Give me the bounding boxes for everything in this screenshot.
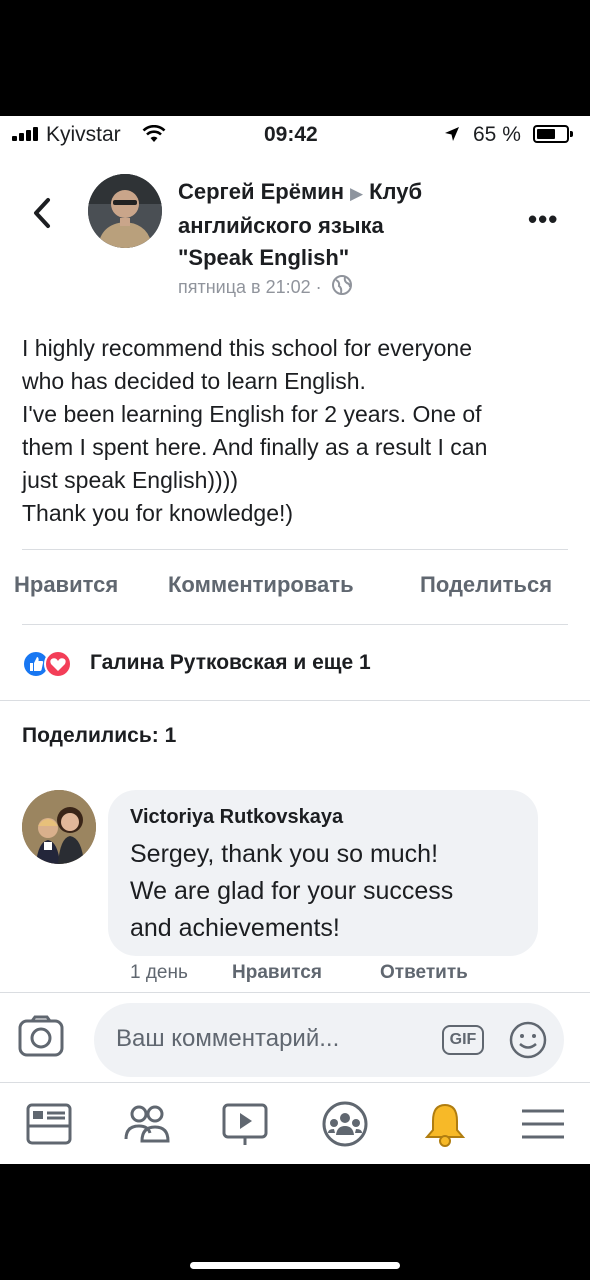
facebook-post-screen: Kyivstar 09:42 65 % Сергей Ерёмин ▶ Клуб… bbox=[0, 116, 590, 1164]
comment-reply-button[interactable]: Ответить bbox=[380, 962, 468, 984]
friends-icon[interactable] bbox=[122, 1099, 172, 1149]
author-photo-icon bbox=[88, 174, 162, 248]
location-arrow-icon bbox=[445, 127, 459, 141]
commenter-avatar[interactable] bbox=[22, 790, 96, 864]
comment-line: and achievements! bbox=[130, 914, 340, 942]
watch-icon[interactable] bbox=[220, 1099, 270, 1149]
triangle-right-icon: ▶ bbox=[350, 184, 364, 203]
comment-line: We are glad for your success bbox=[130, 877, 454, 905]
back-chevron-icon[interactable] bbox=[30, 196, 54, 230]
notifications-icon[interactable] bbox=[420, 1099, 470, 1149]
post-actions: Нравится Комментировать Поделиться bbox=[0, 568, 590, 608]
more-options-icon[interactable]: ••• bbox=[528, 204, 558, 235]
like-button[interactable]: Нравится bbox=[14, 572, 118, 598]
post-meta: пятница в 21:02 · bbox=[178, 274, 353, 298]
groups-icon[interactable] bbox=[320, 1099, 370, 1149]
news-feed-icon[interactable] bbox=[24, 1099, 74, 1149]
post-line: I highly recommend this school for every… bbox=[22, 335, 472, 361]
comment-composer: Ваш комментарий... GIF bbox=[0, 992, 590, 1082]
post-body: I highly recommend this school for every… bbox=[22, 332, 570, 530]
post-line: I've been learning English for 2 years. … bbox=[22, 401, 482, 427]
gif-button[interactable]: GIF bbox=[442, 1025, 484, 1055]
post-line: Thank you for knowledge!) bbox=[22, 500, 294, 526]
comment-bubble[interactable]: Victoriya Rutkovskaya Sergey, thank you … bbox=[108, 790, 538, 956]
signal-icon bbox=[12, 127, 40, 141]
comment-text: Sergey, thank you so much! We are glad f… bbox=[130, 836, 530, 947]
reactions-text[interactable]: Галина Рутковская и еще 1 bbox=[90, 651, 371, 675]
author-name[interactable]: Сергей Ерёмин bbox=[178, 179, 344, 204]
post-line: them I spent here. And finally as a resu… bbox=[22, 434, 488, 460]
group-name-line2[interactable]: английского языка bbox=[178, 213, 384, 238]
wifi-icon bbox=[142, 125, 166, 142]
divider bbox=[0, 700, 590, 701]
comment-author[interactable]: Victoriya Rutkovskaya bbox=[130, 806, 343, 829]
battery-percent: 65 % bbox=[473, 123, 521, 146]
clock: 09:42 bbox=[264, 123, 318, 146]
post-header-title[interactable]: Сергей Ерёмин ▶ Клуб английского языка "Sp… bbox=[178, 176, 508, 274]
battery-icon bbox=[533, 125, 573, 143]
shares-count[interactable]: Поделились: 1 bbox=[22, 724, 176, 748]
globe-icon bbox=[331, 275, 352, 295]
commenter-photo-icon bbox=[22, 790, 96, 864]
love-reaction-icon bbox=[44, 650, 72, 678]
comment-button[interactable]: Комментировать bbox=[168, 572, 354, 598]
share-button[interactable]: Поделиться bbox=[420, 572, 552, 598]
post-line: just speak English)))) bbox=[22, 467, 239, 493]
comment-input[interactable]: Ваш комментарий... GIF bbox=[94, 1003, 564, 1077]
carrier-name: Kyivstar bbox=[46, 123, 121, 146]
bottom-tab-bar bbox=[0, 1082, 590, 1164]
post-line: who has decided to learn English. bbox=[22, 368, 366, 394]
top-black-border bbox=[0, 0, 590, 116]
divider bbox=[22, 549, 568, 550]
comment-line: Sergey, thank you so much! bbox=[130, 840, 439, 868]
author-avatar[interactable] bbox=[88, 174, 162, 248]
camera-icon[interactable] bbox=[18, 1015, 64, 1057]
divider bbox=[22, 624, 568, 625]
post-timestamp[interactable]: пятница в 21:02 · bbox=[178, 277, 322, 297]
comment-age: 1 день bbox=[130, 962, 188, 983]
comment-placeholder: Ваш комментарий... bbox=[116, 1025, 340, 1052]
emoji-icon[interactable] bbox=[508, 1020, 548, 1060]
comment-like-button[interactable]: Нравится bbox=[232, 962, 322, 984]
group-name-line1[interactable]: Клуб bbox=[369, 179, 422, 204]
menu-icon[interactable] bbox=[518, 1099, 568, 1149]
home-indicator[interactable] bbox=[190, 1262, 400, 1269]
status-bar: Kyivstar 09:42 65 % bbox=[0, 116, 590, 156]
group-name-line3[interactable]: "Speak English" bbox=[178, 245, 349, 270]
